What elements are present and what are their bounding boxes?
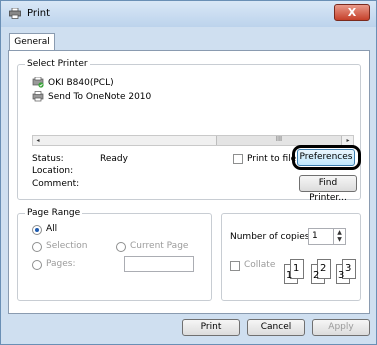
all-label: All — [46, 224, 58, 234]
copies-value: 1 — [312, 231, 318, 241]
pages-input[interactable] — [124, 256, 194, 272]
window-title: Print — [27, 8, 51, 19]
collate-label: Collate — [244, 260, 276, 270]
copies-input[interactable]: 1 ▲ ▼ — [308, 228, 346, 245]
current-page-label: Current Page — [130, 241, 189, 251]
printer-name: Send To OneNote 2010 — [48, 91, 152, 102]
general-panel: Select Printer OKI B840(PCL) Send To One… — [8, 50, 370, 314]
print-dialog: Print X General Select Printer OKI B840(… — [0, 0, 377, 345]
current-page-radio[interactable] — [116, 242, 126, 252]
all-radio[interactable] — [32, 225, 42, 235]
title-bar: Print X — [1, 1, 376, 27]
tab-general[interactable]: General — [9, 33, 55, 51]
scroll-left-icon[interactable]: ◂ — [33, 136, 43, 145]
collate-page: 1 — [286, 270, 293, 281]
printer-icon — [9, 8, 21, 19]
collate-checkbox[interactable] — [230, 261, 240, 271]
select-printer-group: Select Printer OKI B840(PCL) Send To One… — [17, 58, 361, 203]
status-value: Ready — [100, 154, 128, 164]
print-button[interactable]: Print — [182, 319, 240, 336]
apply-button[interactable]: Apply — [312, 319, 370, 336]
printer-item[interactable]: Send To OneNote 2010 — [32, 90, 151, 103]
collate-page: 1 — [293, 263, 300, 274]
selection-label: Selection — [46, 241, 88, 251]
printer-default-icon — [32, 77, 44, 88]
status-label: Status: — [32, 154, 64, 164]
page-range-group: Page Range All Selection Current Page Pa… — [17, 207, 212, 301]
copies-group: Number of copies: 1 ▲ ▼ Collate 1 1 2 2 3… — [221, 213, 361, 301]
scroll-right-icon[interactable]: ▸ — [343, 136, 353, 145]
pages-label: Pages: — [46, 259, 76, 269]
collate-page: 2 — [313, 270, 320, 281]
collate-page: 3 — [338, 270, 345, 281]
selection-radio[interactable] — [32, 242, 42, 252]
collate-page: 2 — [320, 263, 327, 274]
close-button[interactable]: X — [334, 4, 370, 21]
copies-spinner[interactable]: ▲ ▼ — [333, 229, 345, 244]
page-range-legend: Page Range — [25, 207, 83, 219]
find-printer-button[interactable]: Find Printer... — [299, 175, 357, 203]
printer-item[interactable]: OKI B840(PCL) — [32, 76, 114, 89]
select-printer-legend: Select Printer — [25, 58, 90, 70]
printer-icon — [32, 91, 44, 102]
preferences-button[interactable]: Preferences — [297, 149, 355, 166]
comment-label: Comment: — [32, 179, 80, 189]
scroll-thumb[interactable]: III — [216, 136, 342, 145]
printer-name: OKI B840(PCL) — [48, 77, 114, 88]
cancel-button[interactable]: Cancel — [247, 319, 305, 336]
location-label: Location: — [32, 166, 74, 176]
number-of-copies-label: Number of copies: — [230, 232, 313, 242]
collate-page: 3 — [345, 263, 352, 274]
pages-radio[interactable] — [32, 260, 42, 270]
print-to-file-checkbox[interactable] — [233, 154, 243, 164]
print-to-file-label: Print to file — [247, 154, 297, 164]
